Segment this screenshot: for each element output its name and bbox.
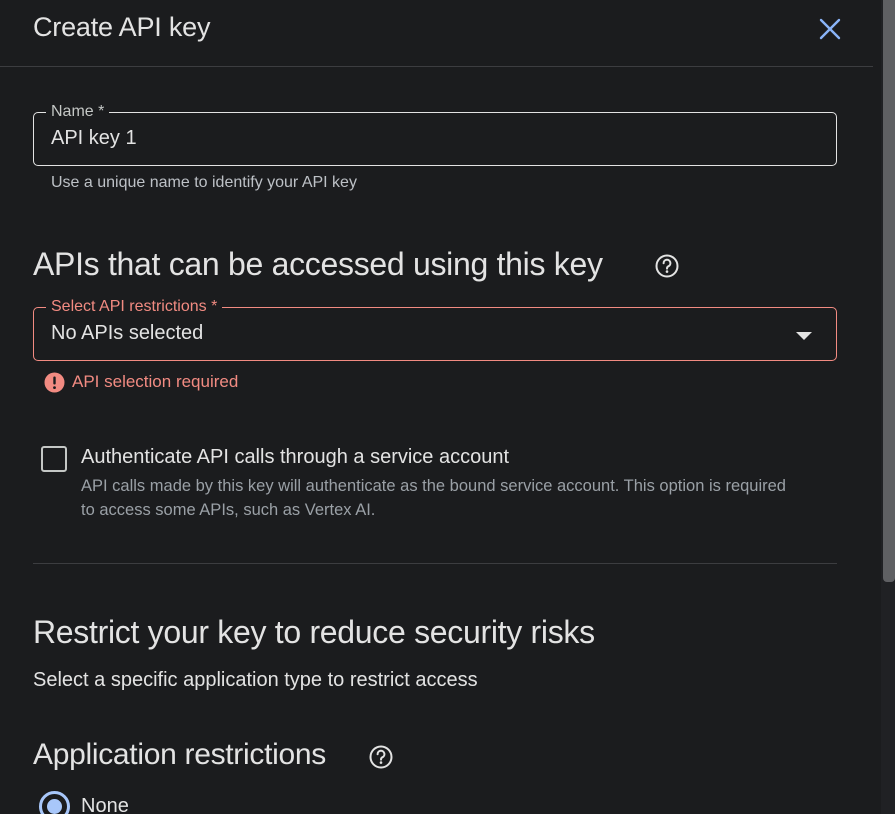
radio-none-label[interactable]: None xyxy=(81,795,129,814)
restrict-section-heading: Restrict your key to reduce security ris… xyxy=(33,614,595,650)
name-field[interactable]: Name * API key 1 xyxy=(33,102,837,166)
dialog-title: Create API key xyxy=(33,12,211,42)
create-api-key-dialog: Create API key Name * API key 1 Use a un… xyxy=(0,0,895,814)
name-field-hint: Use a unique name to identify your API k… xyxy=(51,174,357,191)
scrollbar-thumb[interactable] xyxy=(883,0,895,582)
apis-section-heading: APIs that can be accessed using this key xyxy=(33,246,603,282)
api-restrictions-label: Select API restrictions * xyxy=(46,297,223,317)
radio-none[interactable] xyxy=(39,791,70,814)
application-restrictions-heading: Application restrictions xyxy=(33,738,326,771)
dialog-header: Create API key xyxy=(0,0,873,67)
help-circle-icon[interactable] xyxy=(368,744,394,770)
name-field-value[interactable]: API key 1 xyxy=(51,127,137,150)
close-icon[interactable] xyxy=(816,15,844,43)
service-account-description: API calls made by this key will authenti… xyxy=(81,477,786,519)
radio-selected-dot xyxy=(47,799,62,814)
service-account-checkbox[interactable] xyxy=(41,446,67,472)
api-restrictions-value[interactable]: No APIs selected xyxy=(51,322,203,345)
dropdown-arrow-icon[interactable] xyxy=(796,328,812,340)
service-account-label[interactable]: Authenticate API calls through a service… xyxy=(81,446,509,469)
api-restrictions-select[interactable]: Select API restrictions * No APIs select… xyxy=(33,297,837,361)
error-text: API selection required xyxy=(72,372,239,391)
section-divider xyxy=(33,563,837,564)
help-circle-icon[interactable] xyxy=(654,253,680,279)
name-field-label: Name * xyxy=(46,102,110,122)
restrict-section-subtext: Select a specific application type to re… xyxy=(33,669,478,691)
error-icon xyxy=(44,372,65,393)
